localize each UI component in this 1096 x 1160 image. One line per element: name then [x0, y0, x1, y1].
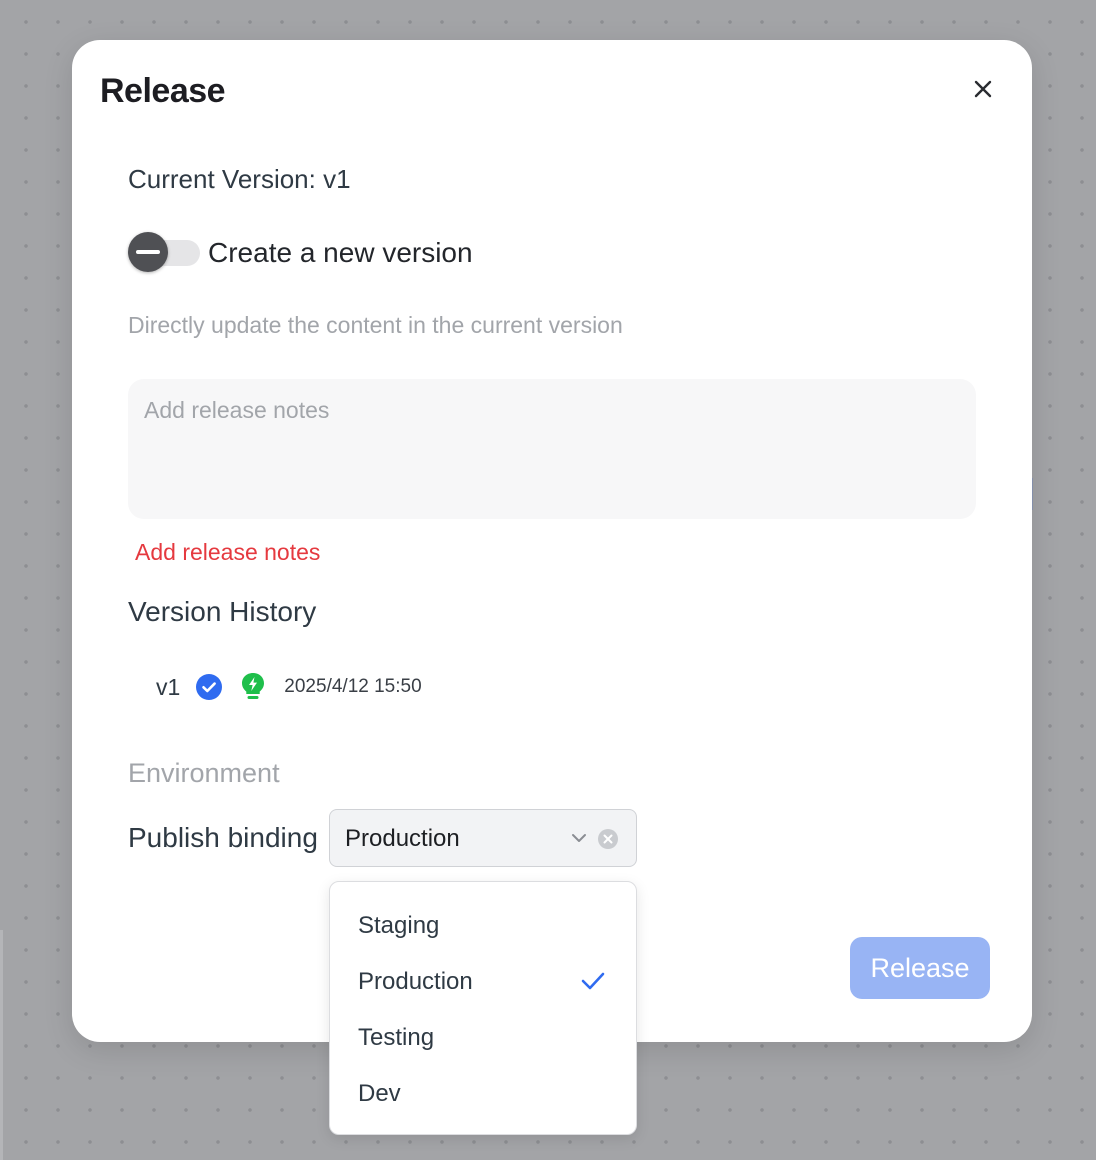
version-history-row: v1 2025/4/12 15:50: [156, 670, 422, 704]
version-history-version: v1: [156, 673, 181, 700]
option-label: Testing: [358, 1024, 435, 1051]
new-version-toggle[interactable]: [128, 232, 200, 272]
version-history-datetime: 2025/4/12 15:50: [284, 676, 422, 697]
selected-check-icon: [580, 970, 606, 992]
release-button[interactable]: Release: [850, 937, 990, 999]
dialog-title: Release: [100, 72, 226, 110]
dropdown-option-dev[interactable]: Dev: [330, 1066, 636, 1122]
close-button[interactable]: [968, 74, 998, 104]
toggle-knob: [128, 232, 168, 272]
check-circle-icon: [196, 674, 223, 700]
option-label: Dev: [358, 1080, 401, 1107]
new-version-toggle-label[interactable]: Create a new version: [208, 237, 473, 269]
current-version-label: Current Version: v1: [128, 164, 351, 194]
version-history-title: Version History: [128, 596, 317, 627]
chevron-down-icon: [571, 831, 587, 845]
clear-selection-icon[interactable]: [598, 829, 618, 849]
publish-binding-label: Publish binding: [128, 822, 318, 853]
option-label: Staging: [358, 912, 440, 939]
dropdown-option-testing[interactable]: Testing: [330, 1010, 636, 1066]
release-notes-input[interactable]: Add release notes: [128, 379, 976, 519]
publish-binding-dropdown: Staging Production Testing Dev: [329, 881, 637, 1135]
dropdown-option-staging[interactable]: Staging: [330, 898, 636, 954]
release-notes-error: Add release notes: [135, 539, 321, 565]
background-panel-edge: [0, 930, 3, 1160]
publish-binding-value: Production: [345, 825, 460, 852]
lightbulb-bolt-icon: [240, 672, 266, 702]
dropdown-option-production[interactable]: Production: [330, 954, 636, 1010]
release-notes-placeholder: Add release notes: [144, 397, 330, 423]
update-hint-text: Directly update the content in the curre…: [128, 312, 623, 338]
close-icon: [974, 80, 992, 98]
environment-title: Environment: [128, 758, 280, 788]
minus-icon: [136, 250, 160, 254]
option-label: Production: [358, 968, 473, 995]
publish-binding-select[interactable]: Production: [329, 809, 637, 867]
